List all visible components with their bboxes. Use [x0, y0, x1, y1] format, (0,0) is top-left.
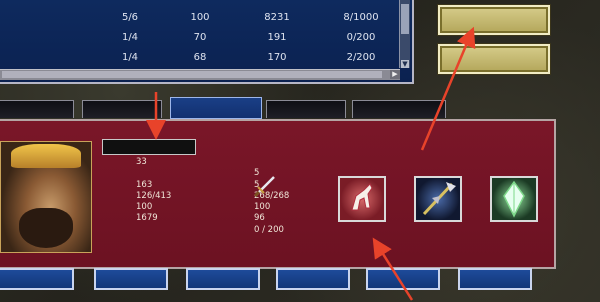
traits-button[interactable]	[458, 268, 532, 290]
item-amount: 191	[267, 32, 287, 43]
mount-slot[interactable]	[338, 176, 386, 222]
stat-row: 100	[102, 202, 202, 213]
general-skill-button[interactable]	[0, 268, 74, 290]
formation-button[interactable]	[276, 268, 350, 290]
sword-icon	[253, 176, 275, 198]
stat-row: 1679	[102, 213, 202, 224]
stat-row: 100	[202, 202, 302, 213]
halberd-icon	[422, 182, 456, 216]
stats-left: 33 163 126/413 100 1679	[102, 157, 202, 236]
general-tabs	[0, 97, 450, 119]
tab-general[interactable]	[82, 100, 162, 118]
stat-row: 0 / 200	[202, 225, 302, 236]
tab-general-active[interactable]	[170, 97, 262, 119]
horse-icon	[351, 183, 373, 211]
crown-icon	[11, 144, 81, 168]
horizontal-scrollbar[interactable]: ▶	[0, 69, 400, 80]
stat-row: 163	[102, 180, 202, 191]
item-quantity: 1/4	[121, 52, 139, 63]
scroll-thumb[interactable]	[2, 71, 382, 78]
tab-general[interactable]	[266, 100, 346, 118]
use-item-button[interactable]	[438, 44, 550, 74]
stat-row: 126/413	[102, 191, 202, 202]
stat-row	[102, 225, 202, 236]
item-value: 70	[193, 32, 207, 43]
general-name	[102, 139, 196, 155]
unit-type-button[interactable]	[366, 268, 440, 290]
scroll-thumb[interactable]	[401, 4, 409, 34]
strategist-skill-button[interactable]	[94, 268, 168, 290]
item-quantity: 5/6	[121, 12, 139, 23]
stat-value: 126/413	[136, 190, 172, 201]
beard-shape	[19, 208, 73, 248]
general-detail-panel: 33 163 126/413 100 1679 5 5 268/268 100 …	[0, 119, 556, 269]
stat-value: 100	[254, 202, 271, 213]
item-capacity: 2/200	[346, 52, 376, 63]
item-amount: 170	[267, 52, 287, 63]
tool-slot[interactable]	[490, 176, 538, 222]
stat-value: 0 / 200	[254, 224, 284, 235]
tab-general[interactable]	[0, 100, 74, 118]
list-row[interactable]: 5/6 100 8231 8/1000	[0, 12, 390, 30]
stat-value: 96	[254, 213, 265, 224]
tab-general[interactable]	[352, 100, 446, 118]
stat-value: 163	[136, 179, 153, 190]
item-amount: 8231	[264, 12, 290, 23]
list-row[interactable]: 1/4 68 170 2/200	[0, 52, 390, 70]
scroll-down-icon[interactable]: ▼	[401, 60, 409, 68]
general-portrait	[0, 141, 92, 253]
item-capacity: 0/200	[346, 32, 376, 43]
stat-row	[202, 157, 302, 168]
item-quantity: 1/4	[121, 32, 139, 43]
item-value: 100	[190, 12, 210, 23]
item-list-panel: 5/6 100 8231 8/1000 1/4 70 191 0/200 1/4…	[0, 0, 414, 84]
stat-value: 1679	[136, 213, 158, 224]
stat-row	[102, 168, 202, 179]
crystal-icon	[503, 180, 525, 218]
special-skill-button[interactable]	[186, 268, 260, 290]
stat-row: 96	[202, 213, 302, 224]
item-value: 68	[193, 52, 207, 63]
weapon-slot[interactable]	[414, 176, 462, 222]
scroll-right-icon[interactable]: ▶	[390, 70, 400, 79]
stat-row: 33	[102, 157, 202, 168]
stat-value: 33	[136, 157, 147, 167]
stat-value: 100	[136, 202, 153, 213]
list-row[interactable]: 1/4 70 191 0/200	[0, 32, 390, 50]
vertical-scrollbar[interactable]: ▼	[399, 0, 410, 68]
equip-item-button[interactable]	[438, 5, 550, 35]
item-capacity: 8/1000	[343, 12, 379, 23]
